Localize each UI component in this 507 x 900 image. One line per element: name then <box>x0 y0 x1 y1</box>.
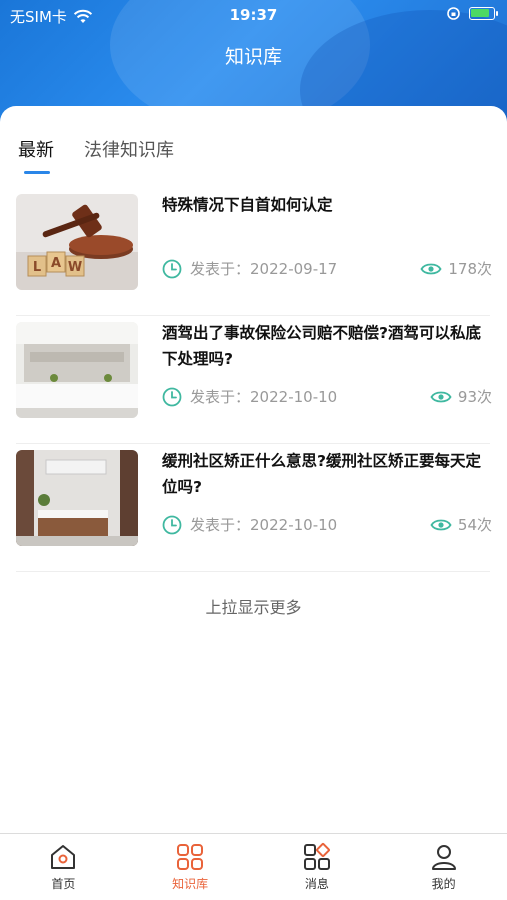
view-count: 54次 <box>457 516 492 534</box>
article-date: 2022-10-10 <box>250 516 338 534</box>
date-prefix: 发表于： <box>190 516 251 534</box>
article-thumbnail-office <box>16 322 138 418</box>
tabbar-label-knowledge: 知识库 <box>172 877 209 891</box>
tabbar-label-messages: 消息 <box>304 877 329 891</box>
tabbar-label-profile: 我的 <box>431 877 456 891</box>
article-date: 2022-10-10 <box>250 388 338 406</box>
clock: 19:37 <box>229 6 278 24</box>
tab-latest[interactable]: 最新 <box>18 136 54 176</box>
article-thumbnail-desk <box>16 450 138 546</box>
view-count: 93次 <box>457 388 492 406</box>
home-icon <box>51 845 76 869</box>
eye-icon <box>430 519 452 530</box>
battery-icon <box>469 7 498 20</box>
tabbar-label-home: 首页 <box>51 877 76 891</box>
bottom-tab-bar: 首页 知识库 消息 我的 <box>0 833 507 900</box>
tab-legal-knowledge-label: 法律知识库 <box>84 140 174 161</box>
rotation-lock-icon <box>447 7 460 20</box>
view-count: 178次 <box>448 260 492 278</box>
date-prefix: 发表于： <box>190 260 251 278</box>
svg-text:A: A <box>51 256 61 271</box>
article-list: L A W 特殊情况下自首如何认定 发表于：2022-09-17 178次 酒驾… <box>16 188 492 572</box>
tab-indicator <box>24 171 50 174</box>
content-card: 最新 法律知识库 L A W 特殊情况下自首如何认定 发表于：2022-09-1… <box>0 106 507 834</box>
user-icon <box>431 845 456 870</box>
article-thumbnail-gavel: L A W <box>16 194 138 290</box>
page-title: 知识库 <box>224 46 282 68</box>
svg-text:W: W <box>68 260 82 275</box>
article-meta: 发表于：2022-10-10 54次 <box>162 514 492 538</box>
article-title: 酒驾出了事故保险公司赔不赔偿?酒驾可以私底下处理吗? <box>162 324 481 368</box>
svg-text:L: L <box>33 260 41 275</box>
tabbar-item-messages[interactable]: 消息 <box>254 834 381 900</box>
article-title: 缓刑社区矫正什么意思?缓刑社区矫正要每天定位吗? <box>162 452 481 496</box>
tabbar-item-knowledge[interactable]: 知识库 <box>127 834 254 900</box>
battery-level <box>471 9 489 17</box>
article-meta: 发表于：2022-10-10 93次 <box>162 386 492 410</box>
clock-icon <box>162 387 182 406</box>
list-item[interactable]: 酒驾出了事故保险公司赔不赔偿?酒驾可以私底下处理吗? 发表于：2022-10-1… <box>16 316 492 444</box>
tab-latest-label: 最新 <box>18 140 54 161</box>
article-date: 2022-09-17 <box>250 260 338 278</box>
message-grid-icon <box>303 843 330 870</box>
article-meta: 发表于：2022-09-17 178次 <box>162 258 492 282</box>
eye-icon <box>430 391 452 402</box>
tabbar-item-home[interactable]: 首页 <box>0 834 127 900</box>
list-item[interactable]: L A W 特殊情况下自首如何认定 发表于：2022-09-17 178次 <box>16 188 492 316</box>
eye-icon <box>420 263 442 274</box>
load-more-hint: 上拉显示更多 <box>205 598 302 617</box>
tabbar-item-profile[interactable]: 我的 <box>380 834 507 900</box>
article-title: 特殊情况下自首如何认定 <box>162 196 333 214</box>
clock-icon <box>162 515 182 534</box>
status-bar: 无SIM卡 19:37 <box>0 0 507 32</box>
category-tabs: 最新 法律知识库 <box>18 136 174 176</box>
list-item[interactable]: 缓刑社区矫正什么意思?缓刑社区矫正要每天定位吗? 发表于：2022-10-10 … <box>16 444 492 572</box>
date-prefix: 发表于： <box>190 388 251 406</box>
clock-icon <box>162 259 182 278</box>
grid-icon <box>177 844 204 870</box>
tab-legal-knowledge[interactable]: 法律知识库 <box>84 136 174 176</box>
